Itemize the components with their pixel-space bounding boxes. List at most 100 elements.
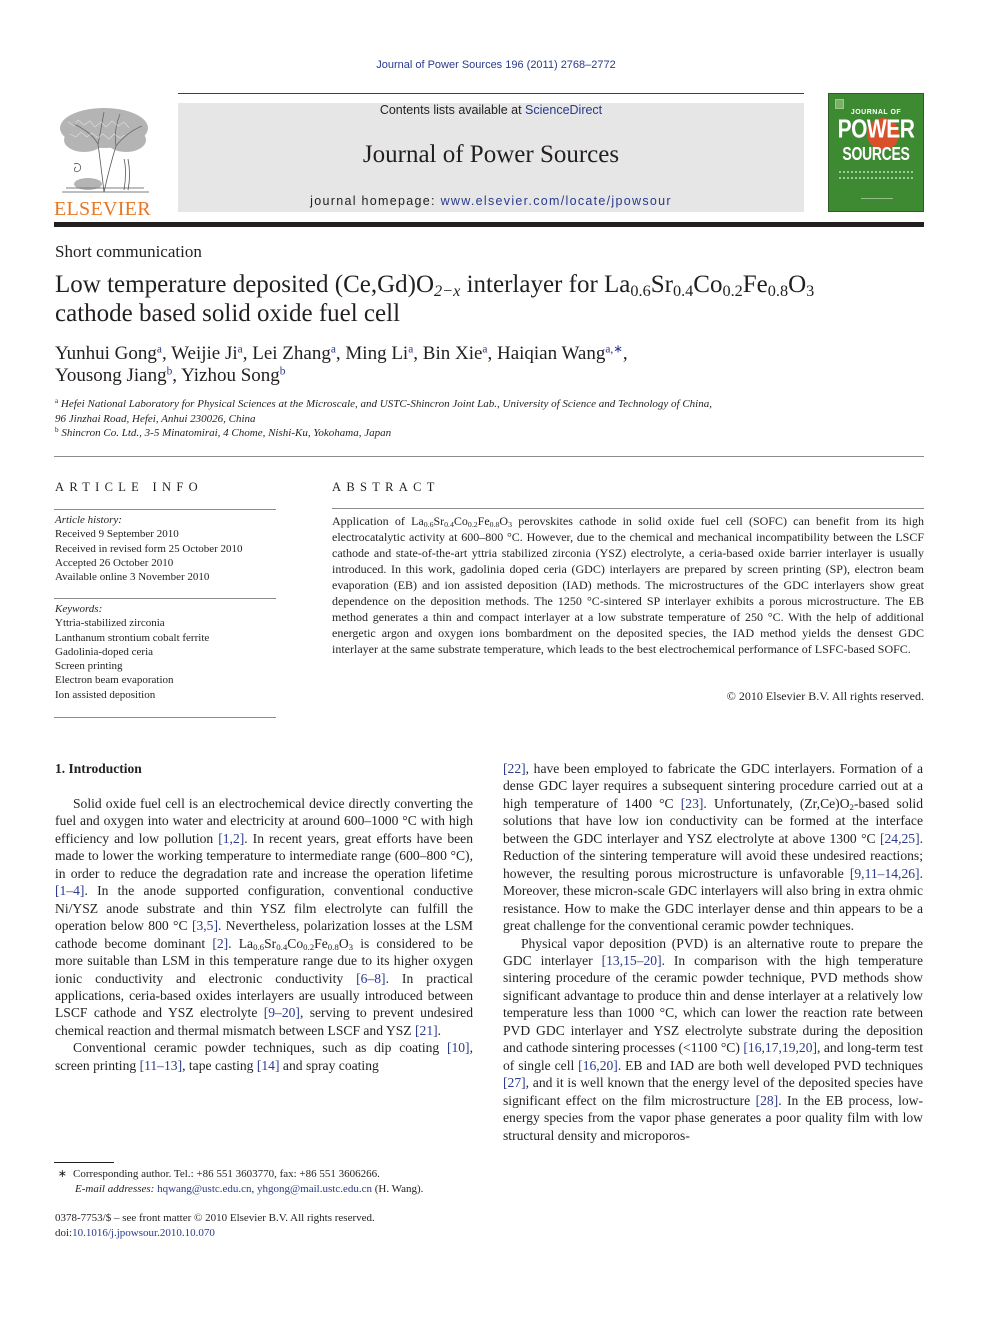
history-item: Received in revised form 25 October 2010 (55, 542, 243, 555)
elsevier-logo[interactable]: ELSEVIER (54, 104, 156, 220)
doi-prefix: doi: (55, 1227, 73, 1239)
sciencedirect-link[interactable]: ScienceDirect (525, 103, 602, 117)
citation-link[interactable]: [27] (503, 1075, 526, 1090)
title-sub: 3 (806, 282, 815, 301)
issn-line: 0378-7753/$ – see front matter © 2010 El… (55, 1212, 375, 1224)
keywords: Keywords: Yttria-stabilized zirconia Lan… (55, 602, 277, 702)
citation-link[interactable]: [1–4] (55, 883, 84, 898)
keyword: Ion assisted deposition (55, 688, 156, 701)
citation-link[interactable]: [22] (503, 761, 526, 776)
affiliations: a Hefei National Laboratory for Physical… (55, 397, 915, 441)
citation-link[interactable]: [13,15–20] (602, 953, 662, 968)
text-run: O (338, 935, 349, 951)
affiliation-link[interactable]: a,∗ (605, 344, 622, 356)
elsevier-wordmark: ELSEVIER (54, 198, 151, 220)
citation-link[interactable]: [16,20] (578, 1058, 618, 1073)
running-head-citation[interactable]: Journal of Power Sources 196 (2011) 2768… (0, 59, 992, 71)
email-link[interactable]: yhgong@mail.ustc.edu.cn (257, 1183, 372, 1195)
text-run: Fe (314, 935, 328, 951)
citation-link[interactable]: [10] (447, 1040, 470, 1055)
citation-link[interactable]: [9,11–14,26] (850, 866, 920, 881)
affiliation-link[interactable]: a (408, 344, 413, 356)
affiliation-text: Shincron Co. Ltd., 3-5 Minatomirai, 4 Ch… (61, 427, 392, 439)
abstract-run: Sr (433, 514, 445, 528)
citation-link[interactable]: [3,5] (192, 918, 218, 933)
article-info-heading: ARTICLE INFO (55, 480, 203, 494)
text-run: Co (287, 935, 304, 951)
cover-tagline (839, 171, 913, 179)
email-link[interactable]: hqwang@ustc.edu.cn (157, 1183, 251, 1195)
footnote-rule (54, 1162, 114, 1163)
journal-cover-thumbnail[interactable]: JOURNAL OF POWER SOURCES (828, 93, 924, 212)
abstract-heading: ABSTRACT (332, 480, 440, 494)
doi-link[interactable]: 10.1016/j.jpowsour.2010.10.070 (72, 1227, 215, 1239)
affiliation-link[interactable]: a (331, 344, 336, 356)
history-label: Article history: (55, 514, 122, 526)
corresponding-author-footnote: ∗ Corresponding author. Tel.: +86 551 360… (55, 1167, 475, 1197)
title-text: Sr (650, 271, 673, 298)
author-name: Yousong Jiang (55, 365, 167, 386)
title-text: Fe (742, 271, 768, 298)
homepage-prefix: journal homepage: (310, 194, 441, 208)
citation-link[interactable]: [24,25] (880, 831, 920, 846)
keyword: Gadolinia-doped ceria (55, 645, 154, 658)
citation-link[interactable]: [16,17,19,20] (743, 1040, 817, 1055)
author-name: Lei Zhang (252, 343, 331, 364)
front-matter: 0378-7753/$ – see front matter © 2010 El… (55, 1211, 475, 1241)
divider (54, 598, 276, 599)
elsevier-tree-icon (60, 108, 149, 193)
abstract-run: Application of La (332, 514, 424, 528)
citation-link[interactable]: [6–8] (356, 971, 385, 986)
formula-sub: 0.2 (467, 519, 478, 529)
citation-link[interactable]: [1,2] (218, 831, 244, 846)
affiliation-link[interactable]: a (482, 344, 487, 356)
divider (54, 717, 276, 718)
keyword: Yttria-stabilized zirconia (55, 617, 165, 630)
formula-sub: 0.2 (303, 941, 315, 952)
section-divider (54, 456, 924, 457)
journal-title: Journal of Power Sources (362, 141, 620, 168)
contents-prefix: Contents lists available at (379, 103, 526, 117)
abstract-run: O (499, 514, 509, 528)
author: Ming Lia (345, 343, 413, 364)
divider (332, 508, 924, 509)
abstract-run: Fe (477, 514, 490, 528)
citation-link[interactable]: [9–20] (264, 1005, 300, 1020)
article-title: Low temperature deposited (Ce,Gd)O2−x in… (55, 270, 915, 328)
affiliation-link[interactable]: b (167, 366, 173, 378)
cover-power: POWER (837, 115, 915, 144)
journal-homepage-link[interactable]: www.elsevier.com/locate/jpowsour (441, 194, 672, 208)
author-name: Haiqian Wang (496, 343, 606, 364)
body-column-left: Solid oxide fuel cell is an electrochemi… (55, 795, 473, 1074)
citation-link[interactable]: [28] (756, 1093, 779, 1108)
footnote-text: (H. Wang). (371, 1183, 424, 1195)
title-sub: 0.4 (672, 282, 694, 301)
affiliation-link[interactable]: b (280, 366, 286, 378)
affiliation-b: b Shincron Co. Ltd., 3-5 Minatomirai, 4 … (55, 426, 915, 441)
title-text: Low temperature deposited (Ce,Gd)O (55, 271, 435, 298)
citation-link[interactable]: [23] (681, 796, 704, 811)
body-column-right: [22], have been employed to fabricate th… (503, 760, 923, 1144)
text-run: Sr (264, 935, 277, 951)
abstract-run: Co (453, 514, 468, 528)
citation-link[interactable]: [21] (415, 1023, 438, 1038)
citation-link[interactable]: [14] (257, 1058, 280, 1073)
paragraph: [22], have been employed to fabricate th… (503, 760, 923, 935)
affiliation-link[interactable]: a (157, 344, 162, 356)
affiliation-link[interactable]: a (238, 344, 243, 356)
title-text: Co (693, 271, 723, 298)
citation-link[interactable]: [2] (212, 936, 228, 951)
abstract-text: Application of La0.6Sr0.4Co0.2Fe0.8O3 pe… (332, 513, 924, 657)
author: Weijie Jia (171, 343, 243, 364)
affiliation-text: 96 Jinzhai Road, Hefei, Anhui 230026, Ch… (55, 412, 256, 425)
title-text: interlayer for La (460, 271, 631, 298)
history-item: Available online 3 November 2010 (55, 571, 210, 584)
abstract-copyright: © 2010 Elsevier B.V. All rights reserved… (726, 689, 924, 703)
footnote-mark: ∗ (57, 1168, 67, 1180)
paragraph: Solid oxide fuel cell is an electrochemi… (55, 795, 473, 1039)
title-sub: 0.2 (722, 282, 743, 301)
header-top-rule (178, 93, 804, 94)
paragraph: Physical vapor deposition (PVD) is an al… (503, 935, 923, 1144)
citation-link[interactable]: [11–13] (140, 1058, 183, 1073)
text-run: , tape casting (182, 1057, 257, 1073)
